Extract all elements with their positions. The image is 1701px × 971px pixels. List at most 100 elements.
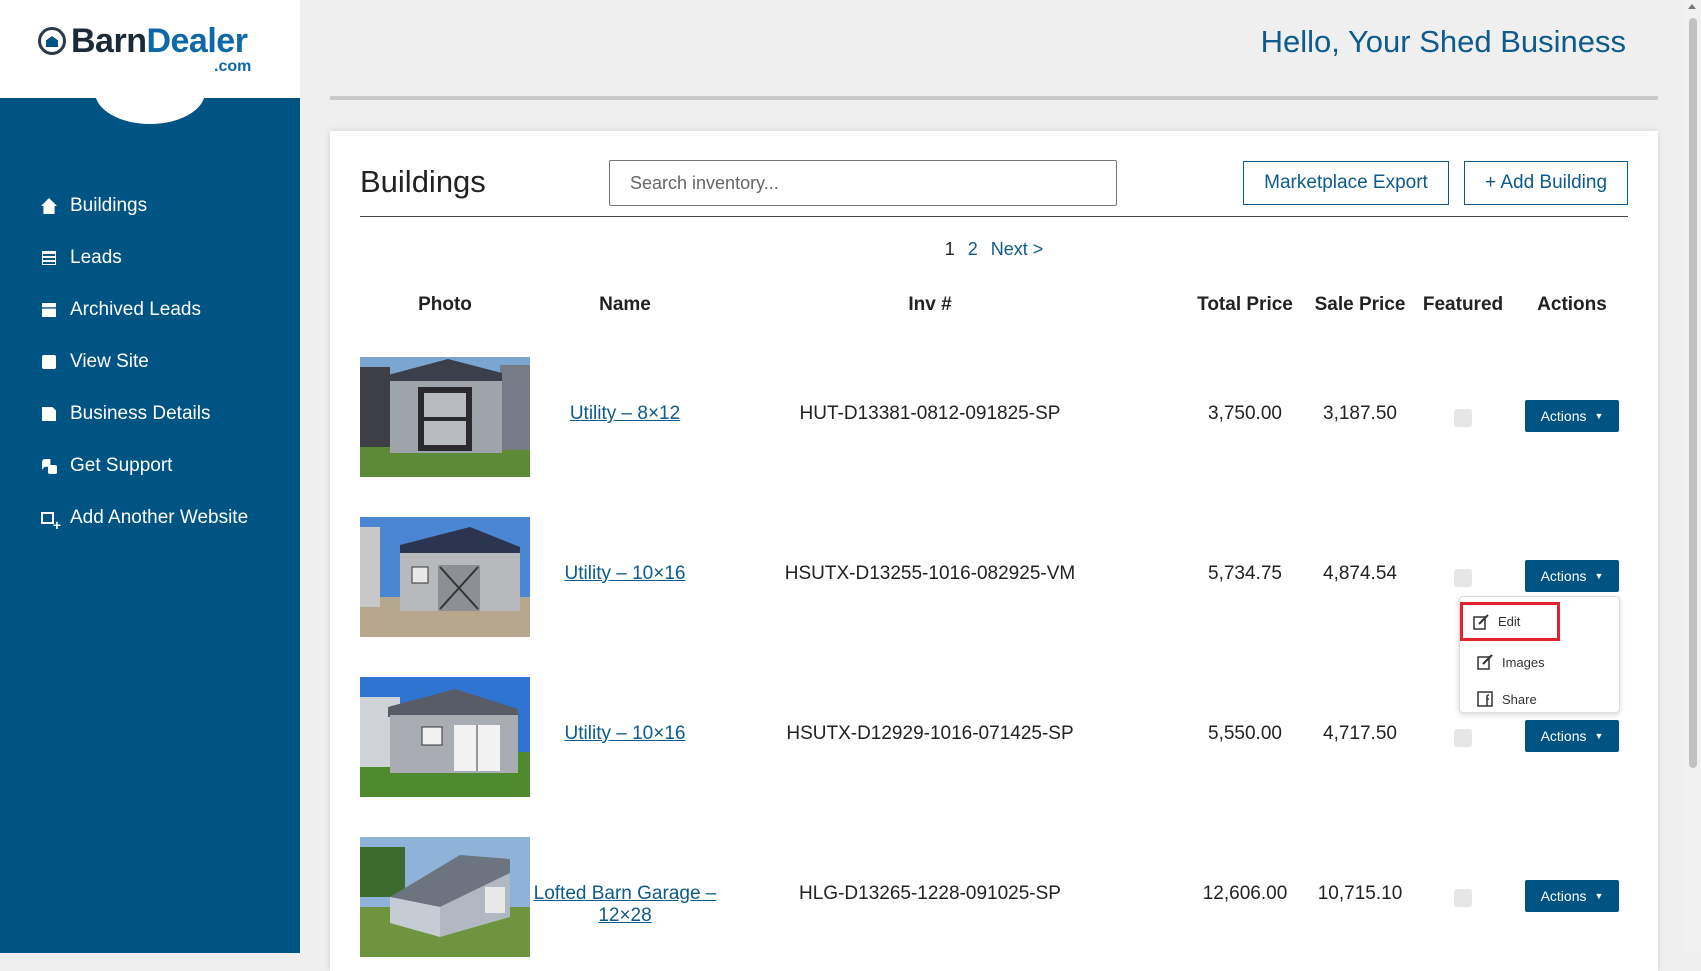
page-title: Buildings xyxy=(360,164,486,199)
building-photo[interactable] xyxy=(360,677,530,797)
building-name-link[interactable]: Utility – 8×12 xyxy=(570,403,680,424)
actions-label: Actions xyxy=(1540,568,1587,584)
building-name-link[interactable]: Utility – 10×16 xyxy=(565,723,686,744)
inventory-number: HLG-D13265-1228-091025-SP xyxy=(799,883,1061,904)
sidebar-item-label: Buildings xyxy=(70,195,148,216)
inventory-number: HSUTX-D12929-1016-071425-SP xyxy=(786,723,1074,744)
sidebar-item-business-details[interactable]: Business Details xyxy=(40,388,248,440)
sidebar-item-label: Add Another Website xyxy=(70,507,249,528)
featured-checkbox[interactable] xyxy=(1454,729,1472,747)
add-building-button[interactable]: + Add Building xyxy=(1464,161,1628,205)
logo-barn: Barn xyxy=(71,22,147,60)
featured-checkbox[interactable] xyxy=(1454,409,1472,427)
sidebar-item-leads[interactable]: Leads xyxy=(40,232,248,284)
actions-dropdown-menu: Edit Images Share xyxy=(1459,596,1620,713)
col-actions: Actions xyxy=(1537,294,1607,315)
inventory-number: HUT-D13381-0812-091825-SP xyxy=(799,403,1061,424)
menu-item-images[interactable]: Images xyxy=(1470,646,1606,678)
sidebar-item-get-support[interactable]: Get Support xyxy=(40,440,248,492)
chat-icon xyxy=(40,457,58,475)
col-photo: Photo xyxy=(418,294,472,315)
col-inv: Inv # xyxy=(908,294,952,315)
menu-item-share[interactable]: Share xyxy=(1470,683,1606,715)
logo-dealer: Dealer xyxy=(146,22,248,60)
col-name: Name xyxy=(599,294,651,315)
sidebar-item-label: Archived Leads xyxy=(70,299,201,320)
logo-com: .com xyxy=(214,58,252,75)
edit-icon xyxy=(1477,654,1493,670)
archive-icon xyxy=(40,301,58,319)
inventory-number: HSUTX-D13255-1016-082925-VM xyxy=(784,563,1076,584)
add-window-icon xyxy=(40,509,61,533)
next-page-link[interactable]: Next > xyxy=(991,239,1044,259)
building-name-link[interactable]: Lofted Barn Garage – 12×28 xyxy=(534,883,717,926)
sidebar: BarnDealer .com Buildings Leads Archived… xyxy=(0,0,300,953)
sidebar-item-label: Get Support xyxy=(70,455,173,476)
edit-icon xyxy=(1473,613,1489,630)
menu-item-edit[interactable]: Edit xyxy=(1460,602,1560,641)
scroll-up-icon[interactable] xyxy=(1688,4,1696,9)
col-total-price: Total Price xyxy=(1197,294,1293,315)
total-price: 12,606.00 xyxy=(1202,883,1288,904)
caret-down-icon: ▼ xyxy=(1594,891,1604,901)
sale-price: 4,874.54 xyxy=(1323,563,1397,584)
greeting: Hello, Your Shed Business xyxy=(1260,24,1626,59)
actions-label: Actions xyxy=(1540,888,1587,904)
title-divider xyxy=(360,216,1628,217)
caret-down-icon: ▼ xyxy=(1594,571,1604,581)
actions-label: Actions xyxy=(1540,728,1587,744)
building-photo[interactable] xyxy=(360,837,530,957)
actions-button[interactable]: Actions ▼ xyxy=(1525,560,1619,592)
menu-item-label: Share xyxy=(1502,691,1537,707)
col-sale-price: Sale Price xyxy=(1314,294,1406,315)
facebook-icon xyxy=(1477,691,1493,707)
eye-icon xyxy=(40,353,58,371)
header-divider xyxy=(330,96,1658,100)
sidebar-nav: Buildings Leads Archived Leads View Site… xyxy=(40,180,248,544)
vertical-scrollbar[interactable] xyxy=(1684,0,1701,953)
brand-logo[interactable]: BarnDealer xyxy=(38,22,248,60)
sidebar-item-add-website[interactable]: Add Another Website xyxy=(40,492,248,544)
logo-notch xyxy=(95,92,205,124)
sidebar-item-view-site[interactable]: View Site xyxy=(40,336,248,388)
home-icon xyxy=(40,197,58,215)
barn-logo-icon xyxy=(38,27,66,55)
pagination: 1 2 Next > xyxy=(330,239,1658,260)
building-name-link[interactable]: Utility – 10×16 xyxy=(565,563,686,584)
sale-price: 3,187.50 xyxy=(1323,403,1397,424)
table-row: Lofted Barn Garage – 12×28 HLG-D13265-12… xyxy=(330,837,1658,957)
table-row: Utility – 8×12 HUT-D13381-0812-091825-SP… xyxy=(330,357,1658,477)
total-price: 3,750.00 xyxy=(1208,403,1282,424)
document-icon xyxy=(40,405,58,423)
logo-text: BarnDealer xyxy=(71,22,248,60)
caret-down-icon: ▼ xyxy=(1594,411,1604,421)
building-photo[interactable] xyxy=(360,357,530,477)
featured-checkbox[interactable] xyxy=(1454,569,1472,587)
actions-button[interactable]: Actions ▼ xyxy=(1525,400,1619,432)
sale-price: 4,717.50 xyxy=(1323,723,1397,744)
actions-label: Actions xyxy=(1540,408,1587,424)
marketplace-export-button[interactable]: Marketplace Export xyxy=(1243,161,1449,205)
sidebar-item-archived-leads[interactable]: Archived Leads xyxy=(40,284,248,336)
sidebar-item-buildings[interactable]: Buildings xyxy=(40,180,248,232)
sidebar-item-label: View Site xyxy=(70,351,149,372)
sidebar-item-label: Leads xyxy=(70,247,122,268)
sale-price: 10,715.10 xyxy=(1317,883,1403,904)
total-price: 5,550.00 xyxy=(1208,723,1282,744)
page-1[interactable]: 1 xyxy=(945,239,955,259)
caret-down-icon: ▼ xyxy=(1594,731,1604,741)
page-2[interactable]: 2 xyxy=(968,239,978,259)
actions-button[interactable]: Actions ▼ xyxy=(1525,720,1619,752)
list-icon xyxy=(40,249,58,267)
total-price: 5,734.75 xyxy=(1208,563,1282,584)
menu-item-label: Images xyxy=(1502,654,1545,670)
menu-item-label: Edit xyxy=(1498,614,1521,629)
building-photo[interactable] xyxy=(360,517,530,637)
buildings-card: Buildings Marketplace Export + Add Build… xyxy=(330,131,1658,971)
sidebar-item-label: Business Details xyxy=(70,403,211,424)
col-featured: Featured xyxy=(1422,294,1504,315)
scroll-thumb[interactable] xyxy=(1689,18,1697,768)
featured-checkbox[interactable] xyxy=(1454,889,1472,907)
actions-button[interactable]: Actions ▼ xyxy=(1525,880,1619,912)
search-input[interactable] xyxy=(609,160,1117,206)
